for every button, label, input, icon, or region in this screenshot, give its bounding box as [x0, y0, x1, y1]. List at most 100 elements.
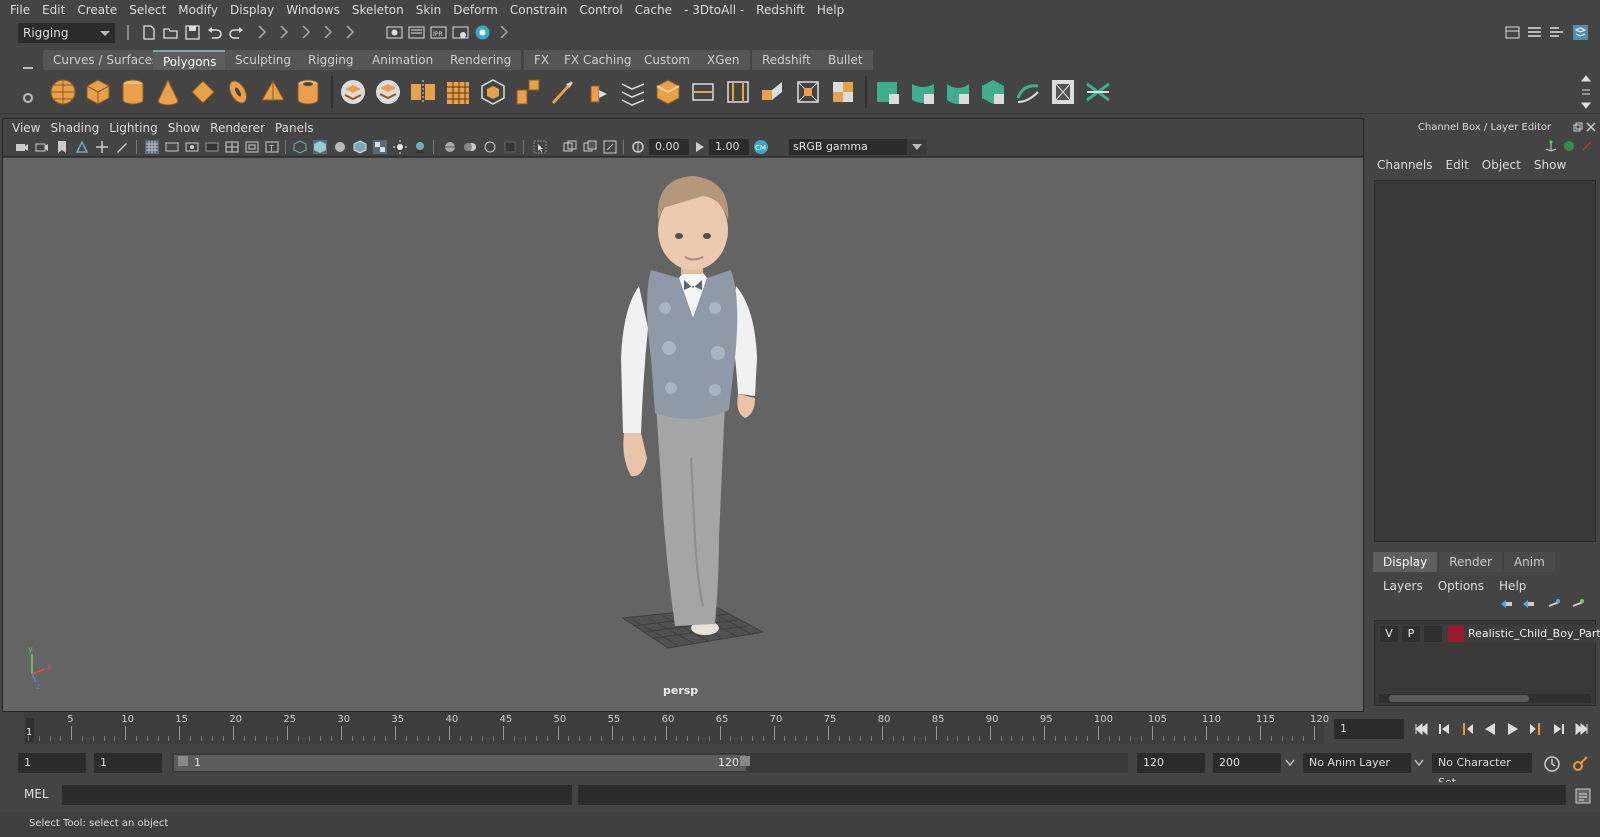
step-forward-frame-icon[interactable] — [1551, 721, 1567, 737]
textured-icon[interactable] — [373, 140, 387, 154]
xray-icon[interactable] — [563, 140, 577, 154]
shelf-menu-icon[interactable] — [20, 60, 36, 76]
poly-pyramid-icon[interactable] — [258, 76, 288, 108]
edit-menu[interactable]: Edit — [1446, 158, 1469, 172]
range-slider-fill[interactable] — [174, 755, 746, 771]
menu-skeleton[interactable]: Skeleton — [348, 0, 412, 20]
animation-end-field[interactable]: 200 — [1213, 753, 1281, 773]
isolate-select-icon[interactable] — [533, 140, 547, 154]
select-object-icon[interactable] — [276, 24, 293, 41]
screen-space-ao-icon[interactable] — [443, 140, 457, 154]
xray-components-icon[interactable] — [603, 140, 617, 154]
snap-toggle-icon[interactable] — [320, 24, 337, 41]
new-layer-selected-icon[interactable] — [1571, 598, 1585, 610]
command-input[interactable] — [62, 785, 572, 805]
object-menu[interactable]: Object — [1482, 158, 1521, 172]
safe-title-icon[interactable]: T — [265, 140, 279, 154]
smooth-icon[interactable] — [443, 76, 473, 108]
undo-icon[interactable] — [206, 24, 223, 41]
anti-aliasing-icon[interactable] — [483, 140, 497, 154]
hyper-icon[interactable] — [1581, 140, 1593, 152]
merge-icon[interactable] — [793, 76, 823, 108]
go-to-end-icon[interactable] — [1574, 721, 1590, 737]
menu-edit[interactable]: Edit — [38, 0, 73, 20]
append-polygon-icon[interactable] — [758, 76, 788, 108]
layer-color-swatch[interactable] — [1448, 626, 1464, 642]
chevron-down-icon[interactable] — [1285, 759, 1295, 767]
playback-end-field[interactable]: 120 — [1137, 753, 1205, 773]
layer-display-type-toggle[interactable] — [1424, 626, 1442, 642]
combine-icon[interactable] — [338, 76, 368, 108]
attribute-editor-icon[interactable] — [1526, 24, 1543, 41]
channels-menu[interactable]: Channels — [1377, 158, 1433, 172]
render-frame-icon[interactable] — [408, 24, 425, 41]
color-space-dropdown[interactable]: sRGB gamma — [789, 139, 927, 155]
script-editor-icon[interactable] — [1574, 787, 1592, 805]
menu-modify[interactable]: Modify — [174, 0, 226, 20]
layer-playback-toggle[interactable]: P — [1402, 626, 1420, 642]
shelf-tab-rendering[interactable]: Rendering — [440, 50, 523, 70]
hypershade-icon[interactable] — [474, 24, 491, 41]
image-plane-icon[interactable] — [75, 140, 89, 154]
smooth-shade-icon[interactable] — [313, 140, 327, 154]
shelf-tab-redshift[interactable]: Redshift — [752, 50, 822, 70]
poly-sphere-icon[interactable] — [48, 76, 78, 108]
channel-box-icon[interactable] — [1572, 24, 1589, 41]
shelf-tab-xgen[interactable]: XGen — [697, 50, 751, 70]
bevel-icon[interactable] — [653, 76, 683, 108]
open-scene-icon[interactable] — [162, 24, 179, 41]
viewport-menu-shading[interactable]: Shading — [47, 121, 106, 135]
shelf-settings-gear-icon[interactable] — [20, 90, 36, 106]
uv-automatic-icon[interactable] — [978, 76, 1008, 108]
shadows-icon[interactable] — [413, 140, 427, 154]
menu-file[interactable]: File — [6, 0, 38, 20]
close-icon[interactable] — [1586, 122, 1596, 132]
viewport-menu-renderer[interactable]: Renderer — [207, 121, 272, 135]
layer-visibility-toggle[interactable]: V — [1380, 626, 1398, 642]
menu-display[interactable]: Display — [226, 0, 282, 20]
camera-select-icon[interactable] — [15, 140, 29, 154]
layer-name[interactable]: Realistic_Child_Boy_Party — [1468, 625, 1600, 643]
time-slider-track[interactable]: 1 5 10 15 20 25 30 35 40 45 50 55 60 65 70 75 80 85 90 95 1… — [24, 712, 1329, 744]
menu-cache[interactable]: Cache — [631, 0, 680, 20]
go-to-start-icon[interactable] — [1413, 721, 1429, 737]
insert-edge-loop-icon[interactable] — [688, 76, 718, 108]
use-all-lights-icon[interactable] — [393, 140, 407, 154]
exposure-field[interactable]: 0.00 — [649, 139, 689, 155]
resolution-gate-icon[interactable] — [185, 140, 199, 154]
viewport-menu-show[interactable]: Show — [165, 121, 207, 135]
color-management-icon[interactable]: CM — [753, 139, 769, 155]
gate-mask-icon[interactable] — [205, 140, 219, 154]
uv-cut-sew-icon[interactable] — [1013, 76, 1043, 108]
range-start-handle[interactable] — [178, 756, 188, 766]
uv-spherical-icon[interactable] — [943, 76, 973, 108]
tab-anim[interactable]: Anim — [1503, 552, 1555, 572]
reduce-icon[interactable] — [478, 76, 508, 108]
offset-edge-loop-icon[interactable] — [723, 76, 753, 108]
viewport-menu-lighting[interactable]: Lighting — [106, 121, 165, 135]
current-frame-field[interactable]: 1 — [1334, 719, 1404, 739]
uv-toolkit-icon[interactable] — [1083, 76, 1113, 108]
menu-help[interactable]: Help — [813, 0, 852, 20]
film-gate-icon[interactable] — [165, 140, 179, 154]
bookmark-icon[interactable] — [55, 140, 69, 154]
new-scene-icon[interactable] — [140, 24, 157, 41]
history-toggle-icon[interactable] — [342, 24, 359, 41]
menu-deform[interactable]: Deform — [449, 0, 506, 20]
gamma-field[interactable]: 1.00 — [709, 139, 749, 155]
combine-faces-icon[interactable] — [828, 76, 858, 108]
step-back-frame-icon[interactable] — [1436, 721, 1452, 737]
multi-cut-icon[interactable] — [548, 76, 578, 108]
poly-pipe-icon[interactable] — [293, 76, 323, 108]
menu-control[interactable]: Control — [575, 0, 630, 20]
float-panel-icon[interactable] — [1573, 122, 1583, 132]
script-language-label[interactable]: MEL — [24, 787, 49, 801]
poly-torus-icon[interactable] — [223, 76, 253, 108]
persp-viewport[interactable]: y x z persp — [3, 158, 1363, 711]
shelf-tab-custom[interactable]: Custom — [634, 50, 701, 70]
render-settings-icon[interactable] — [452, 24, 469, 41]
range-end-handle[interactable] — [740, 756, 750, 766]
extract-icon[interactable] — [513, 76, 543, 108]
layer-row[interactable]: V P Realistic_Child_Boy_Party — [1378, 625, 1600, 643]
default-material-icon[interactable] — [333, 140, 347, 154]
